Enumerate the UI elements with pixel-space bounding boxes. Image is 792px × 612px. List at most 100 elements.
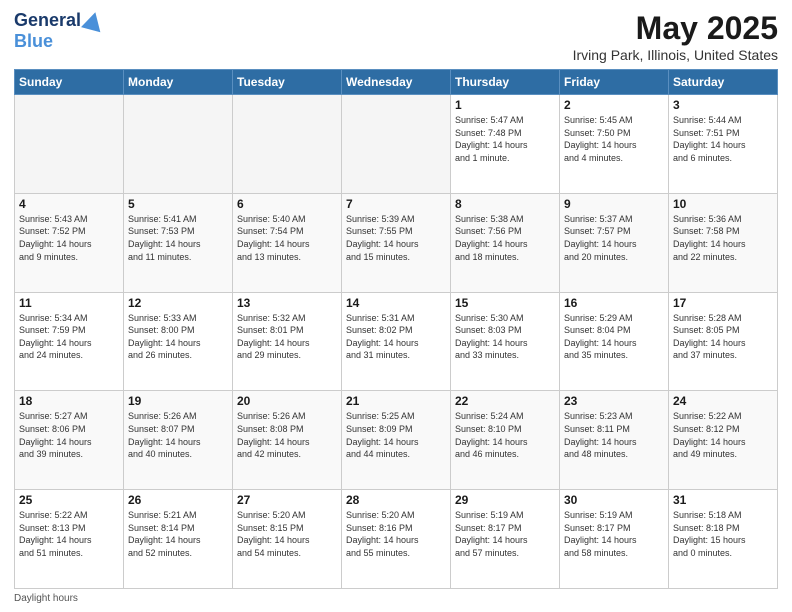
calendar-day-cell: 1 Sunrise: 5:47 AM Sunset: 7:48 PM Daylig… bbox=[451, 95, 560, 194]
calendar-day-cell: 20 Sunrise: 5:26 AM Sunset: 8:08 PM Dayli… bbox=[233, 391, 342, 490]
logo-triangle-icon bbox=[81, 9, 105, 32]
day-info: Sunrise: 5:18 AM Sunset: 8:18 PM Dayligh… bbox=[673, 509, 773, 559]
day-info: Sunrise: 5:47 AM Sunset: 7:48 PM Dayligh… bbox=[455, 114, 555, 164]
calendar-weekday-header: Wednesday bbox=[342, 70, 451, 95]
calendar-day-cell: 30 Sunrise: 5:19 AM Sunset: 8:17 PM Dayli… bbox=[560, 490, 669, 589]
calendar: SundayMondayTuesdayWednesdayThursdayFrid… bbox=[14, 69, 778, 589]
day-number: 6 bbox=[237, 197, 337, 211]
calendar-week-row: 18Sunrise: 5:27 AM Sunset: 8:06 PM Dayli… bbox=[15, 391, 778, 490]
calendar-weekday-header: Thursday bbox=[451, 70, 560, 95]
calendar-day-cell: 25 Sunrise: 5:22 AM Sunset: 8:13 PM Dayli… bbox=[15, 490, 124, 589]
calendar-day-cell: 28Sunrise: 5:20 AM Sunset: 8:16 PM Dayli… bbox=[342, 490, 451, 589]
day-info: Sunrise: 5:19 AM Sunset: 8:17 PM Dayligh… bbox=[564, 509, 664, 559]
calendar-weekday-header: Sunday bbox=[15, 70, 124, 95]
day-number: 24 bbox=[673, 394, 773, 408]
calendar-day-cell: 8 Sunrise: 5:38 AM Sunset: 7:56 PM Daylig… bbox=[451, 193, 560, 292]
calendar-day-cell: 22Sunrise: 5:24 AM Sunset: 8:10 PM Dayli… bbox=[451, 391, 560, 490]
day-info: Sunrise: 5:37 AM Sunset: 7:57 PM Dayligh… bbox=[564, 213, 664, 263]
calendar-day-cell: 27 Sunrise: 5:20 AM Sunset: 8:15 PM Dayli… bbox=[233, 490, 342, 589]
calendar-day-cell: 13 Sunrise: 5:32 AM Sunset: 8:01 PM Dayli… bbox=[233, 292, 342, 391]
day-info: Sunrise: 5:43 AM Sunset: 7:52 PM Dayligh… bbox=[19, 213, 119, 263]
calendar-week-row: 4 Sunrise: 5:43 AM Sunset: 7:52 PM Daylig… bbox=[15, 193, 778, 292]
day-number: 18 bbox=[19, 394, 119, 408]
logo-blue: Blue bbox=[14, 31, 53, 52]
calendar-day-cell: 4 Sunrise: 5:43 AM Sunset: 7:52 PM Daylig… bbox=[15, 193, 124, 292]
calendar-day-cell: 2Sunrise: 5:45 AM Sunset: 7:50 PM Daylig… bbox=[560, 95, 669, 194]
day-info: Sunrise: 5:31 AM Sunset: 8:02 PM Dayligh… bbox=[346, 312, 446, 362]
day-info: Sunrise: 5:45 AM Sunset: 7:50 PM Dayligh… bbox=[564, 114, 664, 164]
day-number: 15 bbox=[455, 296, 555, 310]
calendar-day-cell: 31 Sunrise: 5:18 AM Sunset: 8:18 PM Dayli… bbox=[669, 490, 778, 589]
day-number: 17 bbox=[673, 296, 773, 310]
day-info: Sunrise: 5:44 AM Sunset: 7:51 PM Dayligh… bbox=[673, 114, 773, 164]
day-number: 8 bbox=[455, 197, 555, 211]
calendar-weekday-header: Monday bbox=[124, 70, 233, 95]
day-number: 31 bbox=[673, 493, 773, 507]
day-number: 7 bbox=[346, 197, 446, 211]
calendar-day-cell: 24 Sunrise: 5:22 AM Sunset: 8:12 PM Dayli… bbox=[669, 391, 778, 490]
day-number: 26 bbox=[128, 493, 228, 507]
calendar-day-cell: 7Sunrise: 5:39 AM Sunset: 7:55 PM Daylig… bbox=[342, 193, 451, 292]
calendar-day-cell bbox=[342, 95, 451, 194]
calendar-day-cell: 11 Sunrise: 5:34 AM Sunset: 7:59 PM Dayli… bbox=[15, 292, 124, 391]
day-number: 29 bbox=[455, 493, 555, 507]
day-number: 12 bbox=[128, 296, 228, 310]
day-number: 14 bbox=[346, 296, 446, 310]
day-info: Sunrise: 5:32 AM Sunset: 8:01 PM Dayligh… bbox=[237, 312, 337, 362]
day-number: 20 bbox=[237, 394, 337, 408]
logo: General Blue bbox=[14, 10, 103, 52]
calendar-day-cell: 18Sunrise: 5:27 AM Sunset: 8:06 PM Dayli… bbox=[15, 391, 124, 490]
day-number: 16 bbox=[564, 296, 664, 310]
day-number: 25 bbox=[19, 493, 119, 507]
footer-note: Daylight hours bbox=[14, 593, 778, 604]
main-title: May 2025 bbox=[573, 10, 778, 47]
day-number: 3 bbox=[673, 98, 773, 112]
calendar-week-row: 1 Sunrise: 5:47 AM Sunset: 7:48 PM Daylig… bbox=[15, 95, 778, 194]
day-info: Sunrise: 5:26 AM Sunset: 8:08 PM Dayligh… bbox=[237, 410, 337, 460]
calendar-day-cell: 3 Sunrise: 5:44 AM Sunset: 7:51 PM Daylig… bbox=[669, 95, 778, 194]
calendar-day-cell: 21 Sunrise: 5:25 AM Sunset: 8:09 PM Dayli… bbox=[342, 391, 451, 490]
day-number: 11 bbox=[19, 296, 119, 310]
calendar-day-cell: 10Sunrise: 5:36 AM Sunset: 7:58 PM Dayli… bbox=[669, 193, 778, 292]
day-number: 28 bbox=[346, 493, 446, 507]
day-info: Sunrise: 5:25 AM Sunset: 8:09 PM Dayligh… bbox=[346, 410, 446, 460]
calendar-weekday-header: Tuesday bbox=[233, 70, 342, 95]
day-info: Sunrise: 5:38 AM Sunset: 7:56 PM Dayligh… bbox=[455, 213, 555, 263]
calendar-day-cell: 17 Sunrise: 5:28 AM Sunset: 8:05 PM Dayli… bbox=[669, 292, 778, 391]
day-number: 13 bbox=[237, 296, 337, 310]
day-info: Sunrise: 5:22 AM Sunset: 8:13 PM Dayligh… bbox=[19, 509, 119, 559]
calendar-day-cell: 19Sunrise: 5:26 AM Sunset: 8:07 PM Dayli… bbox=[124, 391, 233, 490]
day-info: Sunrise: 5:24 AM Sunset: 8:10 PM Dayligh… bbox=[455, 410, 555, 460]
header: General Blue May 2025 Irving Park, Illin… bbox=[14, 10, 778, 63]
day-number: 21 bbox=[346, 394, 446, 408]
day-info: Sunrise: 5:28 AM Sunset: 8:05 PM Dayligh… bbox=[673, 312, 773, 362]
page: General Blue May 2025 Irving Park, Illin… bbox=[0, 0, 792, 612]
calendar-day-cell: 15 Sunrise: 5:30 AM Sunset: 8:03 PM Dayli… bbox=[451, 292, 560, 391]
day-info: Sunrise: 5:22 AM Sunset: 8:12 PM Dayligh… bbox=[673, 410, 773, 460]
day-number: 23 bbox=[564, 394, 664, 408]
day-number: 4 bbox=[19, 197, 119, 211]
day-number: 27 bbox=[237, 493, 337, 507]
day-number: 30 bbox=[564, 493, 664, 507]
day-info: Sunrise: 5:41 AM Sunset: 7:53 PM Dayligh… bbox=[128, 213, 228, 263]
calendar-day-cell bbox=[233, 95, 342, 194]
logo-general: General bbox=[14, 10, 81, 31]
title-block: May 2025 Irving Park, Illinois, United S… bbox=[573, 10, 778, 63]
day-info: Sunrise: 5:40 AM Sunset: 7:54 PM Dayligh… bbox=[237, 213, 337, 263]
calendar-day-cell: 6 Sunrise: 5:40 AM Sunset: 7:54 PM Daylig… bbox=[233, 193, 342, 292]
calendar-day-cell: 23 Sunrise: 5:23 AM Sunset: 8:11 PM Dayli… bbox=[560, 391, 669, 490]
calendar-day-cell: 29Sunrise: 5:19 AM Sunset: 8:17 PM Dayli… bbox=[451, 490, 560, 589]
day-info: Sunrise: 5:29 AM Sunset: 8:04 PM Dayligh… bbox=[564, 312, 664, 362]
day-number: 1 bbox=[455, 98, 555, 112]
calendar-week-row: 11 Sunrise: 5:34 AM Sunset: 7:59 PM Dayli… bbox=[15, 292, 778, 391]
calendar-day-cell: 26Sunrise: 5:21 AM Sunset: 8:14 PM Dayli… bbox=[124, 490, 233, 589]
calendar-weekday-header: Friday bbox=[560, 70, 669, 95]
day-info: Sunrise: 5:20 AM Sunset: 8:15 PM Dayligh… bbox=[237, 509, 337, 559]
day-info: Sunrise: 5:23 AM Sunset: 8:11 PM Dayligh… bbox=[564, 410, 664, 460]
day-info: Sunrise: 5:30 AM Sunset: 8:03 PM Dayligh… bbox=[455, 312, 555, 362]
day-info: Sunrise: 5:36 AM Sunset: 7:58 PM Dayligh… bbox=[673, 213, 773, 263]
calendar-day-cell bbox=[124, 95, 233, 194]
day-info: Sunrise: 5:34 AM Sunset: 7:59 PM Dayligh… bbox=[19, 312, 119, 362]
calendar-day-cell: 16 Sunrise: 5:29 AM Sunset: 8:04 PM Dayli… bbox=[560, 292, 669, 391]
calendar-weekday-header: Saturday bbox=[669, 70, 778, 95]
